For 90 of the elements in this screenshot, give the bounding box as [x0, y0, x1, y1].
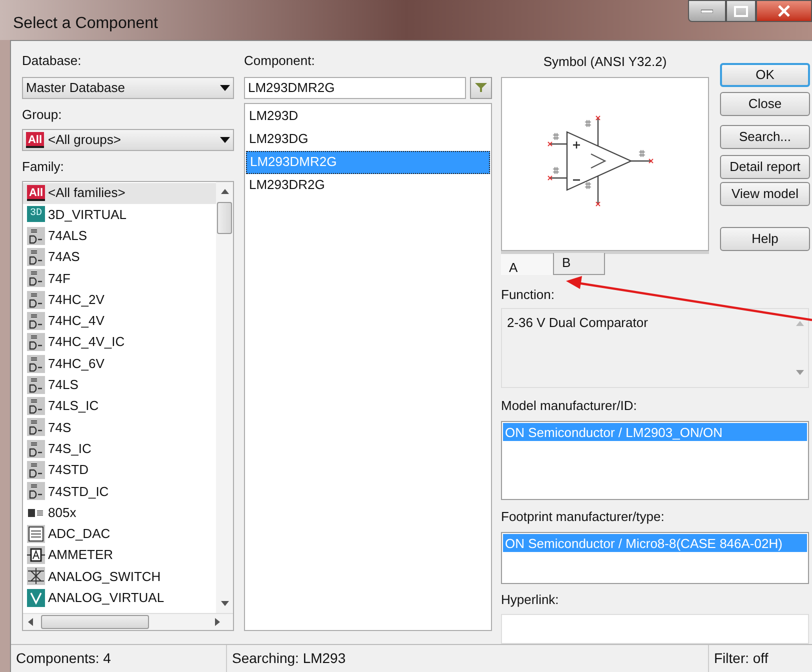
group-label: Group:	[22, 106, 63, 124]
dialog-button[interactable]: Help	[720, 227, 810, 251]
dialog-button[interactable]: OK	[720, 63, 810, 87]
symbol-tab[interactable]: A	[501, 254, 553, 275]
function-field: 2-36 V Dual Comparator	[501, 308, 809, 388]
family-item[interactable]: 74STD	[23, 459, 216, 481]
scroll-thumb[interactable]	[217, 202, 232, 234]
status-text: Components: 4	[15, 649, 112, 668]
status-text: Searching: LM293	[226, 645, 708, 672]
component-label: Component:	[244, 52, 316, 70]
scroll-right-icon	[215, 618, 220, 626]
minimize-button[interactable]	[688, 0, 726, 22]
family-item[interactable]: AMMETER	[23, 544, 216, 566]
maximize-button[interactable]	[726, 0, 756, 22]
logic-gate-icon	[27, 333, 45, 352]
scroll-up-icon	[220, 188, 228, 194]
scroll-thumb[interactable]	[41, 615, 149, 629]
family-item[interactable]: 74F	[23, 268, 216, 289]
family-item[interactable]: All <All families>	[23, 182, 216, 204]
family-item[interactable]: 74HC_6V	[23, 352, 216, 374]
family-item[interactable]: 3D 3D_VIRTUAL	[23, 204, 216, 226]
logic-gate-icon	[27, 312, 45, 330]
meter-icon	[27, 546, 45, 564]
family-item[interactable]: 74LS	[23, 374, 216, 396]
scroll-left-icon	[28, 618, 33, 626]
footprint-label: Footprint manufacturer/type:	[501, 508, 666, 526]
logic-gate-icon	[27, 418, 45, 436]
family-item[interactable]: 74LS_IC	[23, 395, 216, 417]
family-item[interactable]: 74S_IC	[23, 438, 216, 460]
status-text: Filter: off	[708, 645, 812, 672]
family-item[interactable]: ANALOG_VIRTUAL	[23, 587, 216, 608]
logic-gate-icon	[27, 376, 45, 394]
logic-gate-icon	[27, 397, 45, 416]
family-item[interactable]: 74HC_4V	[23, 310, 216, 332]
filter-icon	[475, 83, 487, 92]
logic-gate-icon	[27, 269, 45, 288]
component-field[interactable]: LM293DMR2G	[244, 76, 466, 98]
all-badge: All	[26, 132, 44, 148]
horizontal-scrollbar[interactable]	[23, 613, 233, 630]
function-label: Function:	[501, 286, 556, 304]
family-item[interactable]: 74ALS	[23, 225, 216, 246]
switch-icon	[27, 567, 45, 586]
dialog-button[interactable]: Close	[720, 92, 810, 116]
logic-gate-icon	[27, 354, 45, 373]
family-item[interactable]: 74STD_IC	[23, 480, 216, 502]
model-label: Model manufacturer/ID:	[501, 397, 638, 416]
maximize-icon	[734, 6, 748, 16]
hyperlink-field[interactable]	[501, 614, 809, 644]
dropdown-arrow-icon	[220, 137, 230, 143]
dialog-button[interactable]: Detail report	[720, 155, 810, 179]
family-item[interactable]: 74S	[23, 416, 216, 438]
logic-gate-icon	[27, 440, 45, 458]
dialog-button[interactable]: Search...	[720, 125, 810, 149]
component-item[interactable]: LM293DG	[246, 128, 490, 150]
symbol-tab[interactable]: B	[553, 252, 605, 275]
logic-gate-icon	[27, 226, 45, 245]
logic-gate-icon	[27, 482, 45, 500]
symbol-title: Symbol (ANSI Y32.2)	[543, 53, 667, 71]
database-label: Database:	[22, 52, 82, 70]
converter-icon	[27, 524, 45, 543]
logic-gate-icon	[27, 290, 45, 309]
family-item[interactable]: 74HC_4V_IC	[23, 332, 216, 353]
component-item[interactable]: LM293D	[246, 104, 490, 128]
vertical-scrollbar[interactable]	[216, 182, 233, 613]
family-item[interactable]: ANALOG_SWITCH	[23, 566, 216, 588]
filter-button[interactable]	[470, 76, 492, 98]
family-item[interactable]: ADC_DAC	[23, 523, 216, 545]
logic-gate-icon	[27, 248, 45, 266]
close-icon	[777, 5, 791, 17]
scroll-down-icon	[220, 601, 228, 606]
virtual-icon	[27, 588, 45, 607]
family-item[interactable]: 74HC_2V	[23, 288, 216, 310]
3d-badge: 3D	[27, 206, 45, 222]
scroll-up-icon	[796, 321, 804, 326]
family-label: Family:	[22, 158, 65, 176]
database-dropdown[interactable]: Master Database	[22, 76, 234, 98]
logic-gate-icon	[27, 461, 45, 479]
group-value: <All groups>	[48, 131, 121, 150]
window-title: Select a Component	[13, 14, 158, 34]
family-item[interactable]: 805x	[23, 502, 216, 524]
scroll-down-icon	[796, 370, 804, 376]
all-badge: All	[27, 185, 45, 202]
component-item[interactable]: LM293DR2G	[246, 174, 490, 196]
family-item[interactable]: 74AS	[23, 246, 216, 268]
dropdown-arrow-icon	[220, 84, 230, 90]
close-window-button[interactable]	[756, 0, 812, 22]
hyperlink-label: Hyperlink:	[501, 590, 560, 609]
minimize-icon	[701, 9, 713, 13]
dialog-button[interactable]: View model	[720, 182, 810, 206]
group-dropdown[interactable]: All <All groups>	[22, 129, 234, 151]
